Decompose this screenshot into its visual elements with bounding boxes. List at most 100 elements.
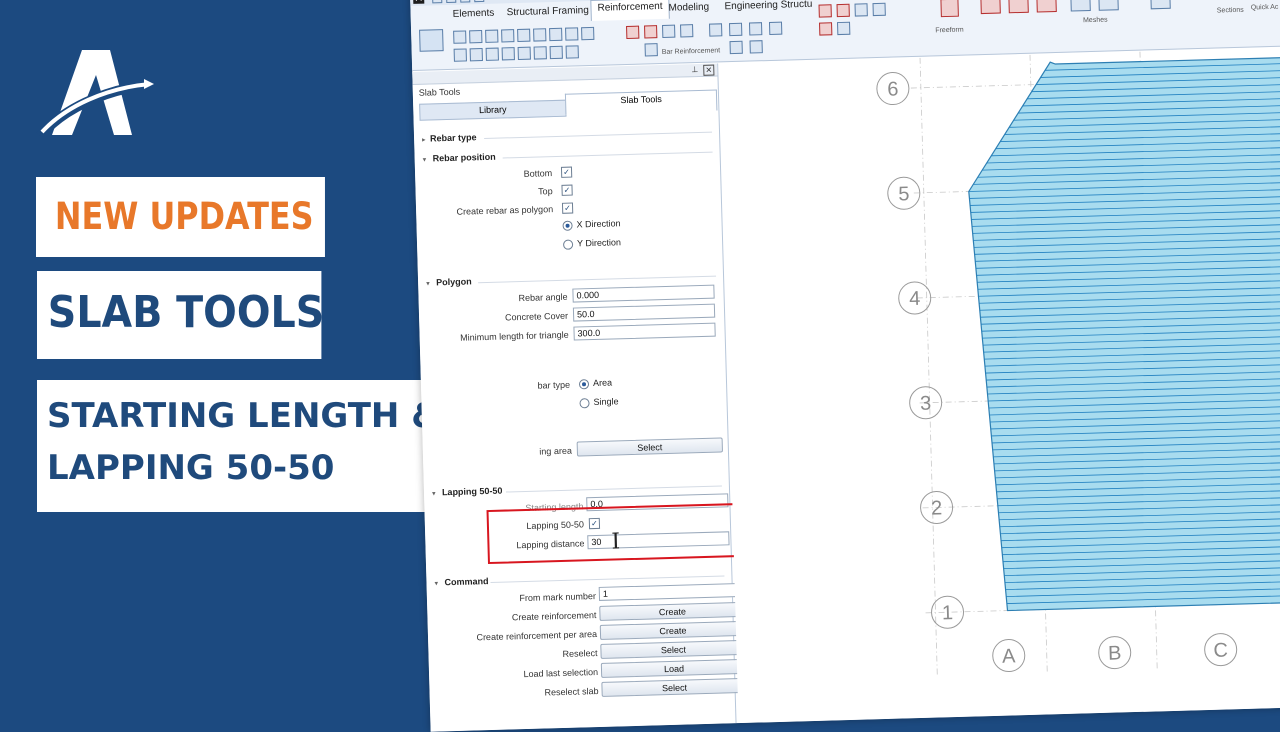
mesh-tool-icon-3[interactable]	[854, 3, 868, 17]
expand-rebar-type-icon[interactable]: ▸	[422, 136, 426, 144]
grid-view-icon[interactable]	[446, 0, 457, 3]
from-mark-input[interactable]	[598, 582, 746, 601]
slab-drawing[interactable]: 6 5 4 3 2 1 A B C	[720, 47, 1280, 723]
section-lapping[interactable]: Lapping 50-50	[442, 486, 503, 498]
single-radio[interactable]	[579, 398, 590, 409]
create-polygon-checkbox[interactable]: ✓	[561, 202, 574, 214]
mesh-big-icon-2[interactable]	[1008, 0, 1029, 14]
rebar-tool-icon-4[interactable]	[680, 24, 694, 38]
new-file-icon[interactable]	[432, 0, 443, 4]
rebar-tool-icon-1[interactable]	[626, 25, 640, 39]
feature-title-text: SLAB TOOLS	[47, 287, 325, 338]
bar-shape-icon-7[interactable]	[549, 27, 563, 42]
bar-shape-icon-16[interactable]	[549, 45, 563, 60]
bar-shape-icon-9[interactable]	[581, 26, 595, 41]
concrete-cover-label: Concrete Cover	[504, 310, 569, 323]
tab-modeling[interactable]: Modeling	[662, 0, 715, 17]
drawing-canvas[interactable]: 6 5 4 3 2 1 A B C	[720, 46, 1280, 724]
bar-shape-icon-4[interactable]	[501, 29, 515, 43]
mesh-tool-icon-5[interactable]	[819, 22, 833, 36]
bar-shape-icon-6[interactable]	[533, 28, 547, 42]
mesh-big-icon-1[interactable]	[980, 0, 1001, 15]
row-grid-label: 3	[920, 393, 932, 415]
y-direction-radio[interactable]	[562, 239, 574, 250]
3d-model-tool-icon[interactable]	[419, 29, 444, 52]
schedule-icon-2[interactable]	[728, 22, 743, 37]
tab-structural-framing[interactable]: Structural Framing	[500, 3, 595, 22]
collapse-rebar-position-icon[interactable]: ▾	[423, 156, 427, 164]
bar-shape-icon-8[interactable]	[565, 27, 579, 41]
section-icon[interactable]	[1150, 0, 1171, 10]
close-icon[interactable]: ✕	[703, 64, 715, 76]
mesh-tool-icon-6[interactable]	[837, 21, 851, 36]
top-checkbox[interactable]: ✓	[561, 184, 573, 196]
app-logo-icon[interactable]: A	[413, 0, 425, 4]
bottom-label: Bottom	[523, 168, 553, 179]
row-grid-label: 6	[887, 78, 899, 100]
row-grid-label: 4	[909, 288, 921, 310]
bar-shape-icon-17[interactable]	[565, 45, 579, 59]
mesh-tool-icon-1[interactable]	[818, 4, 832, 18]
slab-tools-panel: ⊥ ✕ Slab Tools Library Slab Tools ▸ Reba…	[412, 63, 754, 732]
a-arrow-logo-icon	[36, 50, 154, 140]
mesh-tool-icon-4[interactable]	[872, 2, 886, 17]
bottom-checkbox[interactable]: ✓	[560, 166, 573, 178]
tab-engineering[interactable]: Engineering Structu	[718, 0, 818, 15]
bar-shape-icon-11[interactable]	[469, 47, 483, 62]
min-length-input[interactable]	[573, 322, 716, 341]
section-rebar-position[interactable]: Rebar position	[433, 152, 496, 164]
section-command[interactable]: Command	[444, 576, 488, 587]
collapse-polygon-icon[interactable]: ▾	[426, 280, 430, 288]
bar-shape-icon-2[interactable]	[469, 30, 483, 44]
mesh-big-icon-5[interactable]	[1098, 0, 1119, 11]
x-direction-label: X Direction	[576, 218, 621, 230]
load-last-button[interactable]: Load	[600, 658, 748, 678]
schedule-icon-4[interactable]	[768, 21, 783, 35]
concrete-cover-input[interactable]	[572, 303, 716, 322]
mesh-big-icon-3[interactable]	[1036, 0, 1057, 13]
area-radio[interactable]	[578, 379, 590, 390]
bar-shape-icon-14[interactable]	[517, 46, 531, 61]
schedule-icon-1[interactable]	[709, 23, 723, 37]
collapse-command-icon[interactable]: ▾	[434, 579, 438, 587]
rebar-angle-input[interactable]	[572, 284, 715, 303]
section-polygon[interactable]: Polygon	[436, 276, 472, 287]
reselect-slab-button[interactable]: Select	[601, 677, 748, 697]
schedule-icon-5[interactable]	[729, 40, 743, 55]
rebar-tool-icon-3[interactable]	[662, 24, 676, 38]
row-grid-label: 1	[942, 602, 954, 624]
bar-shape-icon-3[interactable]	[485, 29, 499, 43]
rebar-tool-icon-5[interactable]	[644, 43, 658, 57]
collapse-lapping-icon[interactable]: ▾	[432, 489, 436, 497]
undo-icon[interactable]	[474, 0, 485, 3]
tab-library[interactable]: Library	[419, 99, 567, 121]
tab-elements[interactable]: Elements	[446, 5, 500, 22]
bar-shape-icon-12[interactable]	[485, 47, 499, 61]
save-icon[interactable]	[460, 0, 471, 3]
create-polygon-label: Create rebar as polygon	[456, 204, 554, 217]
bar-shape-icon-5[interactable]	[517, 28, 531, 43]
top-label: Top	[537, 186, 553, 197]
reselect-button[interactable]: Select	[600, 639, 747, 659]
tab-slab-tools[interactable]: Slab Tools	[564, 89, 718, 115]
mesh-big-icon-4[interactable]	[1070, 0, 1091, 12]
mesh-tool-icon-2[interactable]	[836, 3, 850, 18]
headline-line-2: LAPPING 50-50	[47, 448, 335, 488]
pin-icon[interactable]: ⊥	[690, 65, 699, 74]
rebar-tool-icon-2[interactable]	[644, 25, 658, 39]
bar-shape-icon-15[interactable]	[533, 46, 547, 60]
new-updates-badge: NEW UPDATES	[36, 177, 325, 257]
area-select-button[interactable]: Select	[576, 437, 723, 457]
section-rebar-type[interactable]: Rebar type	[430, 132, 477, 143]
bar-shape-icon-10[interactable]	[453, 48, 467, 62]
create-reinforcement-button[interactable]: Create	[599, 601, 746, 621]
text-cursor-icon: I	[611, 529, 621, 555]
schedule-icon-6[interactable]	[749, 40, 763, 54]
schedule-icon-3[interactable]	[748, 22, 763, 36]
freeform-icon[interactable]	[940, 0, 959, 18]
bar-shape-icon-1[interactable]	[453, 30, 467, 44]
x-direction-radio[interactable]	[562, 220, 573, 231]
create-per-area-button[interactable]: Create	[599, 620, 747, 640]
bar-shape-icon-13[interactable]	[501, 47, 515, 61]
tab-reinforcement[interactable]: Reinforcement	[590, 0, 670, 21]
